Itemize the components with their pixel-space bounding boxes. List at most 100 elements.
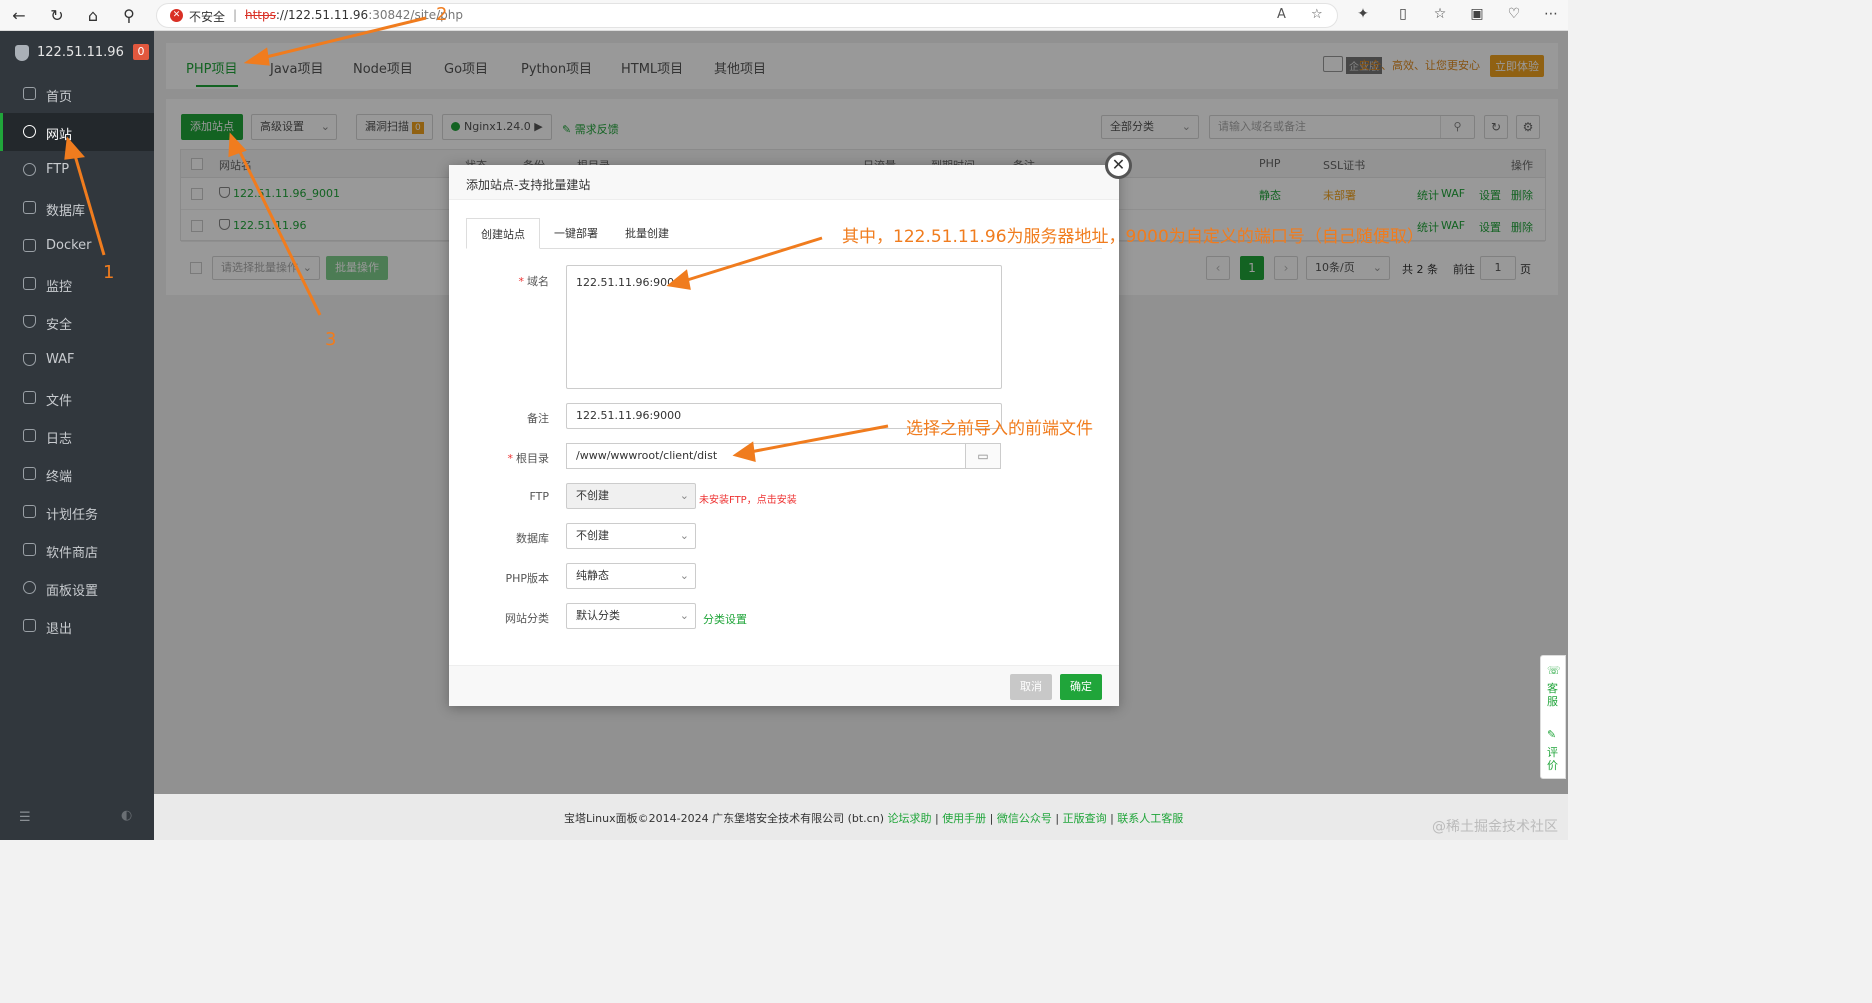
php-version-label: PHP版本 xyxy=(505,572,549,585)
search-icon[interactable]: ⚲ xyxy=(118,5,140,27)
sidebar-item-home[interactable]: 首页 xyxy=(0,75,154,113)
ftp-icon xyxy=(23,163,36,176)
sidebar: 122.51.11.96 0 首页 网站 FTP 数据库 Docker 监控 安… xyxy=(0,31,154,840)
category-label: 网站分类 xyxy=(505,612,549,625)
sidebar-item-terminal[interactable]: 终端 xyxy=(0,455,154,493)
terminal-icon xyxy=(23,467,36,480)
annotation-root-note: 选择之前导入的前端文件 xyxy=(906,419,1093,439)
gear-icon xyxy=(23,581,36,594)
root-dir-input[interactable]: /www/wwwroot/client/dist xyxy=(566,443,966,469)
sidebar-item-label: 监控 xyxy=(46,280,73,295)
ftp-select[interactable]: 不创建 ⌄ xyxy=(566,483,696,509)
footer-text: 宝塔Linux面板©2014-2024 广东堡塔安全技术有限公司 (bt.cn)… xyxy=(564,812,1184,825)
sidebar-item-label: 数据库 xyxy=(46,204,86,219)
tab-create-site[interactable]: 创建站点 xyxy=(466,218,540,249)
category-settings-link[interactable]: 分类设置 xyxy=(703,611,747,627)
wechat-link[interactable]: 微信公众号 xyxy=(997,812,1052,825)
folder-icon xyxy=(23,391,36,404)
read-aloud-icon[interactable]: A xyxy=(1277,7,1286,22)
tab-one-click-deploy[interactable]: 一键部署 xyxy=(540,218,612,249)
site-category-select[interactable]: 默认分类 ⌄ xyxy=(566,603,696,629)
url-text: https://122.51.11.96:30842/site/php xyxy=(245,8,464,22)
domain-label: * 域名 xyxy=(518,275,550,288)
database-select[interactable]: 不创建 ⌄ xyxy=(566,523,696,549)
customer-service-button[interactable]: 客服 xyxy=(1547,682,1561,708)
more-menu-icon[interactable]: ⋯ xyxy=(1541,6,1561,22)
server-ip: 122.51.11.96 xyxy=(37,45,124,60)
home-icon xyxy=(23,87,36,100)
license-link[interactable]: 正版查询 xyxy=(1063,812,1107,825)
sidebar-item-label: 日志 xyxy=(46,432,73,447)
tab-batch-create[interactable]: 批量创建 xyxy=(611,218,683,249)
sidebar-item-security[interactable]: 安全 xyxy=(0,303,154,341)
back-icon[interactable]: ← xyxy=(8,5,30,27)
manual-link[interactable]: 使用手册 xyxy=(942,812,986,825)
sidebar-item-label: 退出 xyxy=(46,622,73,637)
ftp-value: 不创建 xyxy=(576,489,609,502)
sidebar-item-ftp[interactable]: FTP xyxy=(0,151,154,189)
sidebar-item-label: 首页 xyxy=(46,90,73,105)
waf-icon xyxy=(23,353,36,366)
support-link[interactable]: 联系人工客服 xyxy=(1117,812,1183,825)
sidebar-item-waf[interactable]: WAF xyxy=(0,341,154,379)
sidebar-item-store[interactable]: 软件商店 xyxy=(0,531,154,569)
remark-label: 备注 xyxy=(527,412,549,425)
cancel-button[interactable]: 取消 xyxy=(1010,674,1052,700)
menu-collapse-icon[interactable]: ☰ xyxy=(19,810,31,825)
docker-icon xyxy=(23,239,36,252)
browser-toolbar: ← ↻ ⌂ ⚲ ✕ 不安全 | https://122.51.11.96:308… xyxy=(0,0,1568,31)
annotation-number-1: 1 xyxy=(103,262,115,283)
chevron-down-icon: ⌄ xyxy=(679,569,689,582)
chevron-down-icon: ⌄ xyxy=(679,489,689,502)
sidebar-item-monitor[interactable]: 监控 xyxy=(0,265,154,303)
sidebar-item-label: 文件 xyxy=(46,394,73,409)
edit-icon: ✎ xyxy=(1547,728,1557,741)
review-button[interactable]: 评价 xyxy=(1547,746,1561,772)
home-icon[interactable]: ⌂ xyxy=(82,5,104,27)
chevron-down-icon: ⌄ xyxy=(679,609,689,622)
favorite-star-icon[interactable]: ☆ xyxy=(1311,7,1323,22)
favorites-icon[interactable]: ☆ xyxy=(1430,6,1450,22)
forum-link[interactable]: 论坛求助 xyxy=(887,812,931,825)
insecure-warning-icon: ✕ xyxy=(170,9,183,22)
database-value: 不创建 xyxy=(576,529,609,542)
domain-textarea[interactable]: 122.51.11.96:9000 xyxy=(566,265,1002,389)
sidebar-item-label: 计划任务 xyxy=(46,508,99,523)
folder-icon[interactable]: ▭ xyxy=(965,443,1001,469)
bt-logo-icon xyxy=(15,45,29,61)
close-icon[interactable]: ✕ xyxy=(1105,152,1132,179)
ftp-install-link[interactable]: 未安装FTP，点击安装 xyxy=(699,491,797,506)
globe-icon xyxy=(23,125,36,138)
sidebar-item-files[interactable]: 文件 xyxy=(0,379,154,417)
extensions-icon[interactable]: ✦ xyxy=(1353,6,1373,22)
store-icon xyxy=(23,543,36,556)
sidebar-item-docker[interactable]: Docker xyxy=(0,227,154,265)
theme-toggle-icon[interactable]: ◐ xyxy=(121,808,132,823)
sidebar-item-label: 软件商店 xyxy=(46,546,99,561)
shield-icon xyxy=(23,315,36,328)
insecure-label: 不安全 xyxy=(189,10,226,24)
site-category-value: 默认分类 xyxy=(576,609,620,622)
logout-icon xyxy=(23,619,36,632)
url-separator: | xyxy=(233,8,238,22)
domain-value: 122.51.11.96:9000 xyxy=(576,276,682,289)
sidebar-item-settings[interactable]: 面板设置 xyxy=(0,569,154,607)
address-bar[interactable]: ✕ 不安全 | https://122.51.11.96:30842/site/… xyxy=(156,3,1338,28)
split-screen-icon[interactable]: ▯ xyxy=(1393,6,1413,22)
sidebar-item-cron[interactable]: 计划任务 xyxy=(0,493,154,531)
php-version-value: 纯静态 xyxy=(576,569,609,582)
message-badge[interactable]: 0 xyxy=(133,44,149,60)
php-version-select[interactable]: 纯静态 ⌄ xyxy=(566,563,696,589)
sidebar-item-logout[interactable]: 退出 xyxy=(0,607,154,645)
refresh-icon[interactable]: ↻ xyxy=(46,5,68,27)
performance-icon[interactable]: ♡ xyxy=(1504,6,1524,22)
sidebar-item-website[interactable]: 网站 xyxy=(0,113,154,151)
watermark: @稀土掘金技术社区 xyxy=(1432,819,1558,835)
sidebar-item-database[interactable]: 数据库 xyxy=(0,189,154,227)
collections-icon[interactable]: ▣ xyxy=(1467,6,1487,22)
sidebar-item-logs[interactable]: 日志 xyxy=(0,417,154,455)
footer: 宝塔Linux面板©2014-2024 广东堡塔安全技术有限公司 (bt.cn)… xyxy=(154,794,1568,840)
sidebar-header: 122.51.11.96 0 xyxy=(0,31,154,75)
database-label: 数据库 xyxy=(516,532,549,545)
confirm-button[interactable]: 确定 xyxy=(1060,674,1102,700)
